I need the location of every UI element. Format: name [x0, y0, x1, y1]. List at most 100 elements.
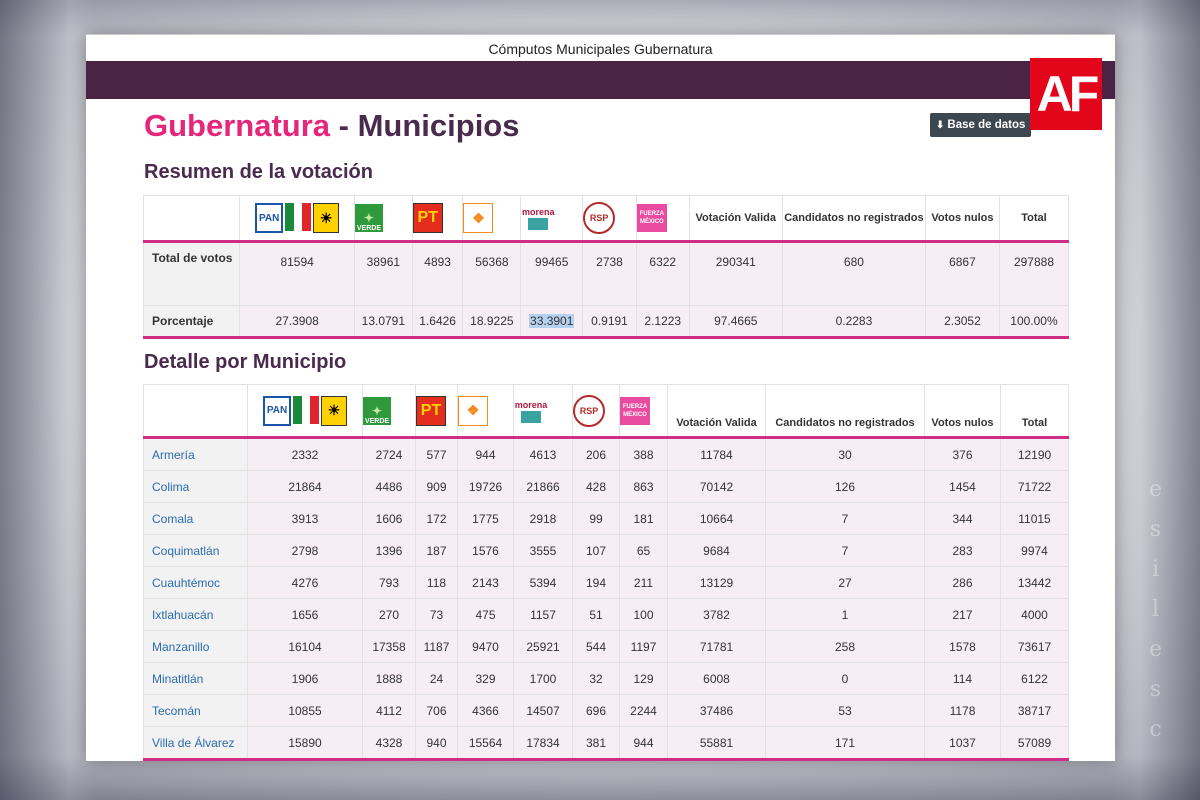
table-cell: 27.3908 [239, 305, 355, 339]
fuerza-mexico-icon: FUERZA MÉXICO [619, 384, 668, 439]
morena-icon: morena [520, 195, 584, 243]
table-cell: 19726 [457, 470, 514, 503]
table-cell: 1576 [457, 534, 514, 567]
selected-text-highlight[interactable]: 33.3901 [529, 314, 575, 328]
table-cell: 4893 [411, 241, 464, 306]
table-row: Colima 21864 4486 909 19726 21866 428 863 70142 1… [143, 470, 1069, 503]
download-button-label: Base de datos [947, 119, 1026, 131]
table-cell: 18.9225 [462, 305, 522, 339]
header-votos-nulos: Votos nulos [924, 195, 1000, 243]
municipality-link[interactable]: Ixtlahuacán [143, 598, 248, 631]
table-cell: 53 [765, 694, 925, 727]
municipality-link[interactable]: Cuauhtémoc [143, 566, 248, 599]
table-cell: 24 [415, 662, 458, 695]
municipality-link[interactable]: Villa de Álvarez [143, 726, 248, 761]
download-database-button[interactable]: ⬇ Base de datos [930, 113, 1032, 137]
table-cell: 1157 [513, 598, 573, 631]
table-cell: 909 [415, 470, 458, 503]
table-cell: 940 [415, 726, 458, 761]
table-cell: 2332 [247, 437, 363, 471]
table-cell: 1178 [924, 694, 1001, 727]
table-cell: 12190 [1000, 437, 1069, 471]
table-cell: 1.6426 [411, 305, 464, 339]
municipality-link[interactable]: Coquimatlán [143, 534, 248, 567]
table-cell: 0.2283 [781, 305, 926, 339]
table-cell: 25921 [513, 630, 573, 663]
table-row: Minatitlán 1906 1888 24 329 1700 32 129 6008 0 114… [143, 662, 1069, 695]
table-cell: 21866 [513, 470, 573, 503]
table-row: Tecomán 10855 4112 706 4366 14507 696 2244 37486… [143, 694, 1069, 727]
table-cell: 56368 [462, 241, 522, 306]
table-cell: 100 [619, 598, 668, 631]
table-cell: 30 [765, 437, 925, 471]
table-cell: 13442 [1000, 566, 1069, 599]
table-cell: 3782 [667, 598, 766, 631]
table-cell: 7 [765, 534, 925, 567]
table-cell: 428 [572, 470, 620, 503]
pvem-verde-icon: ✦ VERDE [353, 195, 413, 243]
table-row: Armería 2332 2724 577 944 4613 206 388 11784 30 37… [143, 437, 1069, 471]
table-cell: 187 [415, 534, 458, 567]
table-cell: 13.0791 [353, 305, 413, 339]
table-cell: 4486 [362, 470, 416, 503]
table-cell: 286 [924, 566, 1001, 599]
table-cell: 696 [572, 694, 620, 727]
table-cell: 944 [457, 437, 514, 471]
pvem-verde-icon: ✦ VERDE [362, 384, 416, 439]
table-cell: 38717 [1000, 694, 1069, 727]
table-cell: 706 [415, 694, 458, 727]
table-cell: 99 [572, 502, 620, 535]
movimiento-ciudadano-icon: ❖ [462, 195, 522, 243]
table-row: Ixtlahuacán 1656 270 73 475 1157 51 100 3782 1 217… [143, 598, 1069, 631]
table-cell: 217 [924, 598, 1001, 631]
municipality-link[interactable]: Colima [143, 470, 248, 503]
table-cell: 6122 [1000, 662, 1069, 695]
table-cell: 15564 [457, 726, 514, 761]
table-row: Cuauhtémoc 4276 793 118 2143 5394 194 211 13129 2… [143, 566, 1069, 599]
table-cell: 81594 [239, 241, 355, 306]
table-cell: 1 [765, 598, 925, 631]
af-brand-logo: AF [1030, 58, 1102, 130]
table-cell: 1037 [924, 726, 1001, 761]
table-cell: 9470 [457, 630, 514, 663]
table-cell: 16104 [247, 630, 363, 663]
header-no-registrados: Candidatos no registrados [781, 195, 926, 243]
municipality-link[interactable]: Armería [143, 437, 248, 471]
table-cell: 171 [765, 726, 925, 761]
table-cell: 11015 [1000, 502, 1069, 535]
table-cell: 51 [572, 598, 620, 631]
page-tab-title: Cómputos Municipales Gubernatura [86, 34, 1115, 59]
table-cell: 6008 [667, 662, 766, 695]
table-cell: 32 [572, 662, 620, 695]
table-cell: 1187 [415, 630, 458, 663]
table-cell: 1906 [247, 662, 363, 695]
page-title-part1: Gubernatura [144, 108, 331, 143]
table-cell: 73 [415, 598, 458, 631]
municipality-link[interactable]: Manzanillo [143, 630, 248, 663]
municipality-link[interactable]: Tecomán [143, 694, 248, 727]
municipality-link[interactable]: Comala [143, 502, 248, 535]
table-cell: 1775 [457, 502, 514, 535]
header-total: Total [998, 195, 1070, 243]
table-cell: 329 [457, 662, 514, 695]
table-row: Total de votos 81594 38961 4893 56368 99… [142, 241, 1070, 306]
table-cell: 27 [765, 566, 925, 599]
morena-icon: morena [513, 384, 573, 439]
table-cell: 172 [415, 502, 458, 535]
site-header-band [86, 61, 1115, 99]
row-label: Total de votos [142, 241, 241, 306]
table-cell: 114 [924, 662, 1001, 695]
municipality-link[interactable]: Minatitlán [143, 662, 248, 695]
page-title-part2: Municipios [357, 108, 520, 143]
table-cell: 5394 [513, 566, 573, 599]
table-row: Coquimatlán 2798 1396 187 1576 3555 107 65 9684 7… [143, 534, 1069, 567]
table-cell: 21864 [247, 470, 363, 503]
header-votacion-valida: Votación Valida [667, 384, 766, 439]
table-cell: 55881 [667, 726, 766, 761]
corner-cell [143, 384, 248, 439]
pt-icon: PT [411, 195, 464, 243]
table-cell: 1396 [362, 534, 416, 567]
table-cell: 4613 [513, 437, 573, 471]
table-cell: 1656 [247, 598, 363, 631]
table-cell: 3555 [513, 534, 573, 567]
